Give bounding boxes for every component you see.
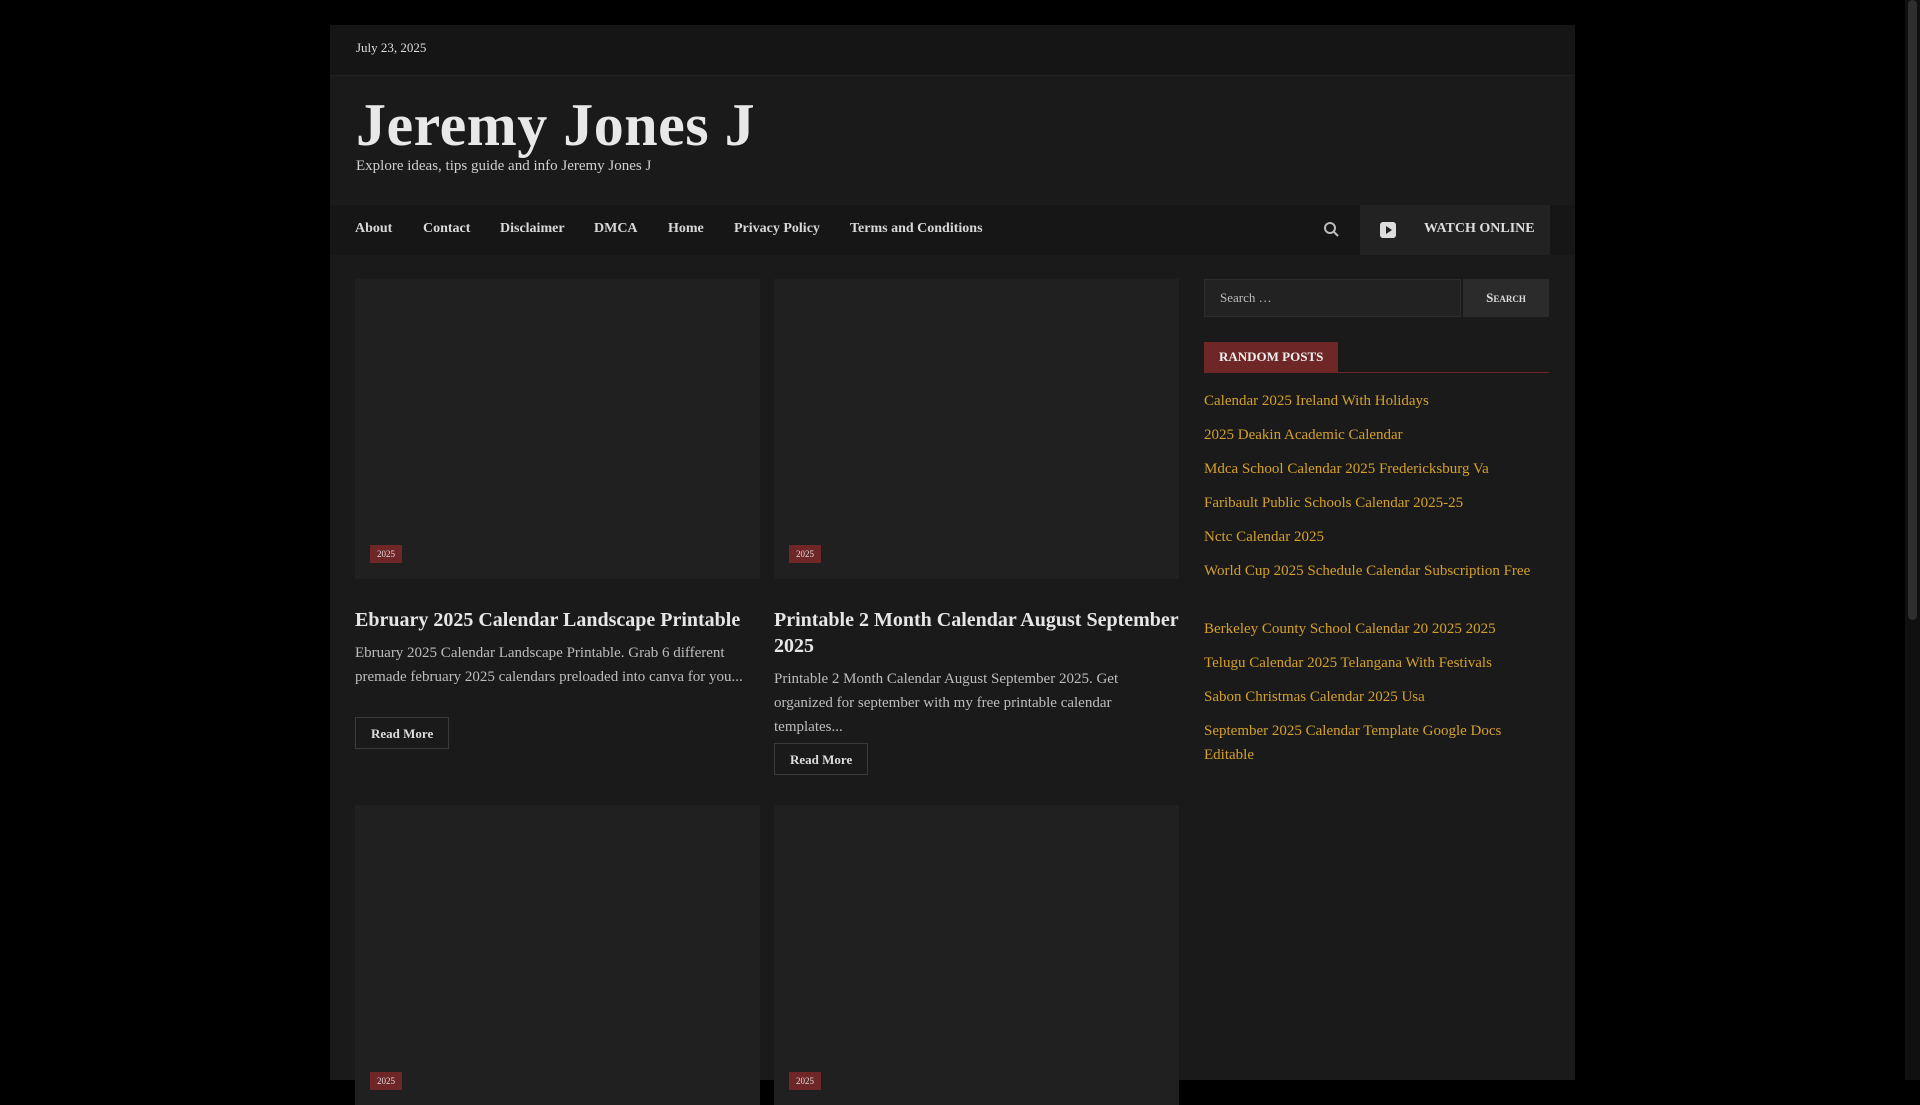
main-navigation: About Contact Disclaimer DMCA Home Priva… bbox=[330, 205, 1575, 255]
random-post-link[interactable]: World Cup 2025 Schedule Calendar Subscri… bbox=[1204, 559, 1549, 583]
category-badge[interactable]: 2025 bbox=[789, 545, 821, 563]
category-badge[interactable]: 2025 bbox=[789, 1072, 821, 1090]
site-title[interactable]: Jeremy Jones J bbox=[356, 95, 755, 155]
random-post-link[interactable]: Faribault Public Schools Calendar 2025-2… bbox=[1204, 491, 1549, 515]
search-icon[interactable] bbox=[1322, 220, 1342, 240]
post-thumbnail[interactable] bbox=[774, 805, 1179, 1105]
post-title[interactable]: Ebruary 2025 Calendar Landscape Printabl… bbox=[355, 607, 760, 633]
random-post-link[interactable]: September 2025 Calendar Template Google … bbox=[1204, 719, 1549, 767]
random-post-link[interactable]: Sabon Christmas Calendar 2025 Usa bbox=[1204, 685, 1549, 709]
random-posts-widget-header: RANDOM POSTS bbox=[1204, 342, 1549, 373]
random-post-link[interactable]: Calendar 2025 Ireland With Holidays bbox=[1204, 389, 1549, 413]
read-more-button[interactable]: Read More bbox=[355, 717, 450, 749]
post-excerpt: Printable 2 Month Calendar August Septem… bbox=[774, 671, 1119, 735]
category-badge[interactable]: 2025 bbox=[370, 545, 402, 563]
nav-item-disclaimer[interactable]: Disclaimer bbox=[500, 221, 565, 237]
scrollbar-thumb[interactable] bbox=[1908, 0, 1917, 620]
page-scrollbar[interactable] bbox=[1905, 0, 1920, 1080]
post-title[interactable]: Printable 2 Month Calendar August Septem… bbox=[774, 607, 1179, 659]
random-post-link[interactable]: Mdca School Calendar 2025 Fredericksburg… bbox=[1204, 457, 1549, 481]
random-post-link[interactable]: Berkeley County School Calendar 20 2025 … bbox=[1204, 617, 1549, 641]
nav-item-dmca[interactable]: DMCA bbox=[594, 221, 638, 237]
nav-item-privacy-policy[interactable]: Privacy Policy bbox=[734, 221, 820, 237]
top-bar: July 23, 2025 bbox=[330, 25, 1575, 76]
random-post-link[interactable]: Telugu Calendar 2025 Telangana With Fest… bbox=[1204, 651, 1549, 675]
post-excerpt: Ebruary 2025 Calendar Landscape Printabl… bbox=[355, 645, 743, 685]
search-button[interactable]: Search bbox=[1463, 279, 1549, 317]
watch-online-button[interactable]: WATCH ONLINE bbox=[1360, 205, 1550, 255]
play-icon bbox=[1380, 222, 1396, 238]
search-input[interactable] bbox=[1204, 279, 1461, 317]
nav-item-home[interactable]: Home bbox=[668, 221, 704, 237]
random-post-link[interactable]: Nctc Calendar 2025 bbox=[1204, 525, 1549, 549]
read-more-button[interactable]: Read More bbox=[774, 743, 869, 775]
current-date: July 23, 2025 bbox=[356, 40, 427, 55]
post-thumbnail[interactable] bbox=[774, 279, 1179, 579]
nav-item-contact[interactable]: Contact bbox=[423, 221, 470, 237]
category-badge[interactable]: 2025 bbox=[370, 1072, 402, 1090]
random-post-link[interactable]: 2025 Deakin Academic Calendar bbox=[1204, 423, 1549, 447]
page-container: July 23, 2025 Jeremy Jones J Explore ide… bbox=[330, 25, 1575, 1105]
site-tagline: Explore ideas, tips guide and info Jerem… bbox=[356, 158, 652, 174]
nav-item-terms-and-conditions[interactable]: Terms and Conditions bbox=[850, 221, 983, 237]
widget-title: RANDOM POSTS bbox=[1204, 342, 1339, 372]
post-thumbnail[interactable] bbox=[355, 279, 760, 579]
post-thumbnail[interactable] bbox=[355, 805, 760, 1105]
nav-item-about[interactable]: About bbox=[355, 221, 392, 237]
watch-online-label: WATCH ONLINE bbox=[1424, 221, 1535, 236]
